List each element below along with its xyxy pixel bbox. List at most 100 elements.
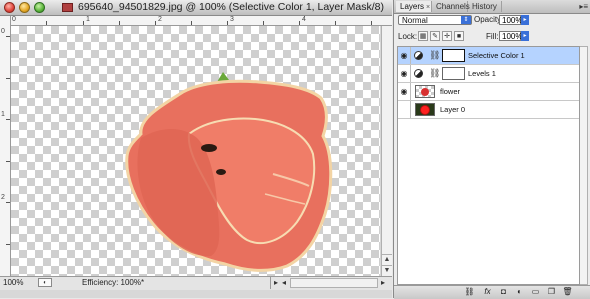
panel-menu-icon[interactable]: ▸≡ <box>579 1 588 12</box>
visibility-eye-icon[interactable]: ◉ <box>398 65 411 82</box>
ruler-tick <box>227 21 228 25</box>
layer-row[interactable]: Layer 0 <box>398 101 579 119</box>
visibility-eye-icon[interactable]: ◉ <box>398 47 411 64</box>
fill-field[interactable]: 100% <box>499 31 522 41</box>
ruler-tick <box>155 21 156 25</box>
zoom-field[interactable]: 100% <box>3 278 29 288</box>
layer-mask-thumbnail[interactable] <box>442 67 465 80</box>
ruler-tick <box>6 202 10 203</box>
folder-icon[interactable]: ▭ <box>530 287 541 297</box>
scroll-down-arrow[interactable]: ▼ <box>382 265 392 276</box>
ruler-label: 4 <box>302 16 306 23</box>
vertical-ruler[interactable]: 0 1 2 <box>0 16 11 276</box>
status-bar: 100% ◐ Efficiency: 100%* ▸ ◂ ▸ <box>0 276 392 290</box>
lock-label: Lock: <box>398 32 418 41</box>
lock-all-icon[interactable]: ■ <box>454 31 464 41</box>
preview-icon[interactable]: ◐ <box>38 278 52 287</box>
opacity-slider-arrow[interactable]: ▸ <box>521 15 529 25</box>
panel-tabs: Layers × Channels History ▸≡ <box>394 0 590 14</box>
ruler-label: 0 <box>1 28 5 35</box>
ruler-tick <box>6 119 10 120</box>
minimize-button[interactable] <box>19 2 30 13</box>
link-icon[interactable]: ⛓ <box>429 68 440 79</box>
ruler-tick <box>335 21 336 25</box>
tulip-image <box>125 72 333 272</box>
layer-name[interactable]: flower <box>440 83 460 100</box>
document-icon <box>62 3 73 12</box>
close-button[interactable] <box>4 2 15 13</box>
ruler-tick <box>191 21 192 25</box>
ruler-tick <box>83 21 84 25</box>
ruler-label: 1 <box>1 111 5 118</box>
ruler-label: 0 <box>12 16 16 23</box>
tab-layers[interactable]: Layers × <box>396 1 432 12</box>
layer-row[interactable]: ◉ ⛓ Selective Color 1 <box>398 47 579 65</box>
horizontal-scrollbar[interactable] <box>290 278 378 288</box>
layer-mask-thumbnail[interactable] <box>442 49 465 62</box>
layers-scrollbar[interactable] <box>580 46 588 285</box>
blend-mode-value: Normal <box>402 16 428 25</box>
trash-icon[interactable]: 🗑 <box>562 287 573 297</box>
fill-label: Fill: <box>486 32 499 41</box>
scroll-left-arrow[interactable]: ◂ <box>282 277 286 289</box>
title-bar[interactable]: 695640_94501829.jpg @ 100% (Selective Co… <box>0 0 392 16</box>
layer-row[interactable]: ◉ ⛓ Levels 1 <box>398 65 579 83</box>
ruler-tick <box>46 21 47 25</box>
visibility-eye-icon[interactable]: ◉ <box>398 83 411 100</box>
ruler-tick <box>119 21 120 25</box>
ruler-tick <box>6 78 10 79</box>
dropdown-arrow-icon[interactable]: ⇕ <box>461 16 471 24</box>
ruler-label: 3 <box>230 16 234 23</box>
tab-channels[interactable]: Channels <box>432 1 470 12</box>
ruler-tick <box>371 21 372 25</box>
ruler-label: 2 <box>1 194 5 201</box>
layer-thumbnail[interactable] <box>415 85 435 98</box>
layer-thumbnail[interactable] <box>415 103 435 116</box>
link-icon[interactable]: ⛓ <box>429 50 440 61</box>
window-bottom-edge <box>0 290 392 298</box>
visibility-eye-icon-empty[interactable] <box>398 101 411 118</box>
document-title: 695640_94501829.jpg @ 100% (Selective Co… <box>78 1 385 13</box>
scroll-up-arrow[interactable]: ▲ <box>382 254 392 265</box>
panel-footer: ⛓ fx ◘ ◐ ▭ ❐ 🗑 <box>394 285 590 299</box>
layers-list: ◉ ⛓ Selective Color 1 ◉ ⛓ Levels 1 ◉ flo… <box>397 46 580 285</box>
scroll-right-arrow[interactable]: ▸ <box>381 277 385 289</box>
vertical-scrollbar[interactable]: ▲ ▼ <box>381 26 392 276</box>
adjustment-layer-icon <box>414 51 423 60</box>
tab-history[interactable]: History <box>468 1 502 12</box>
stamen <box>216 169 226 175</box>
ruler-label: 2 <box>158 16 162 23</box>
opacity-field[interactable]: 100% <box>499 15 522 25</box>
blend-mode-select[interactable]: Normal ⇕ <box>398 15 472 25</box>
fx-icon[interactable]: fx <box>482 287 493 297</box>
layer-name[interactable]: Layer 0 <box>440 101 465 118</box>
close-icon[interactable]: × <box>426 4 430 11</box>
layer-row[interactable]: ◉ flower <box>398 83 579 101</box>
lock-transparency-icon[interactable]: ▦ <box>418 31 428 41</box>
fill-slider-arrow[interactable]: ▸ <box>521 31 529 41</box>
ruler-tick <box>263 21 264 25</box>
ruler-tick <box>6 161 10 162</box>
lock-position-icon[interactable]: ✛ <box>442 31 452 41</box>
ruler-tick <box>6 244 10 245</box>
ruler-label: 1 <box>86 16 90 23</box>
zoom-button[interactable] <box>34 2 45 13</box>
mask-icon[interactable]: ◘ <box>498 287 509 297</box>
layer-name[interactable]: Selective Color 1 <box>468 47 525 64</box>
horizontal-ruler[interactable]: 0 1 2 3 4 <box>10 16 392 26</box>
adjustment-layer-icon <box>414 69 423 78</box>
lock-pixels-icon[interactable]: ✎ <box>430 31 440 41</box>
image-canvas[interactable] <box>11 26 380 276</box>
document-window: 695640_94501829.jpg @ 100% (Selective Co… <box>0 0 392 298</box>
stamen <box>201 144 217 152</box>
status-menu-arrow[interactable]: ▸ <box>270 277 281 289</box>
tab-label: History <box>472 2 497 11</box>
link-icon[interactable]: ⛓ <box>464 287 475 297</box>
flower-thumbnail-icon <box>421 106 429 114</box>
adjustment-icon[interactable]: ◐ <box>514 287 525 297</box>
flower-thumbnail-icon <box>421 88 429 96</box>
layer-name[interactable]: Levels 1 <box>468 65 496 82</box>
efficiency-readout: Efficiency: 100%* <box>82 278 145 287</box>
new-layer-icon[interactable]: ❐ <box>546 287 557 297</box>
tab-label: Layers <box>400 2 425 11</box>
